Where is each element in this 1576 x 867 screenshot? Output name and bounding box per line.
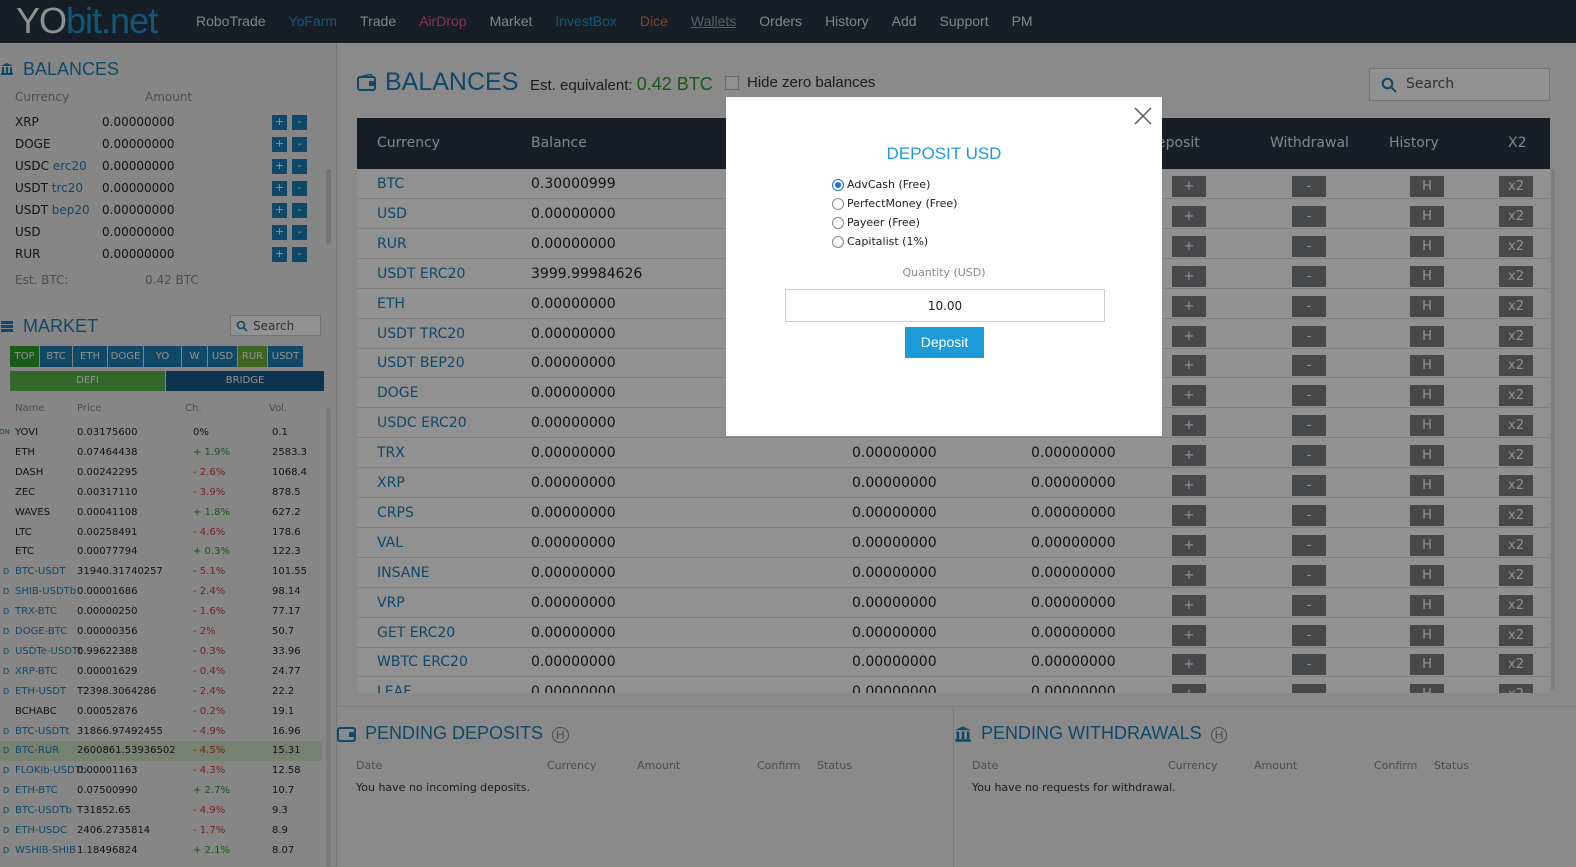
payment-radio[interactable] — [832, 198, 844, 210]
deposit-button[interactable]: Deposit — [905, 327, 984, 358]
payment-option-label[interactable]: Payeer (Free) — [847, 216, 920, 229]
deposit-modal: DEPOSIT USD AdvCash (Free) PerfectMoney (… — [726, 97, 1162, 436]
payment-radio[interactable] — [832, 179, 844, 191]
quantity-input[interactable] — [785, 289, 1105, 322]
payment-radio[interactable] — [832, 217, 844, 229]
payment-option-label[interactable]: PerfectMoney (Free) — [847, 197, 957, 210]
quantity-label: Quantity (USD) — [902, 266, 986, 279]
close-icon[interactable] — [1132, 105, 1154, 127]
payment-radio[interactable] — [832, 236, 844, 248]
payment-option-label[interactable]: Capitalist (1%) — [847, 235, 928, 248]
payment-option-label[interactable]: AdvCash (Free) — [847, 178, 930, 191]
modal-title: DEPOSIT USD — [886, 144, 1002, 163]
